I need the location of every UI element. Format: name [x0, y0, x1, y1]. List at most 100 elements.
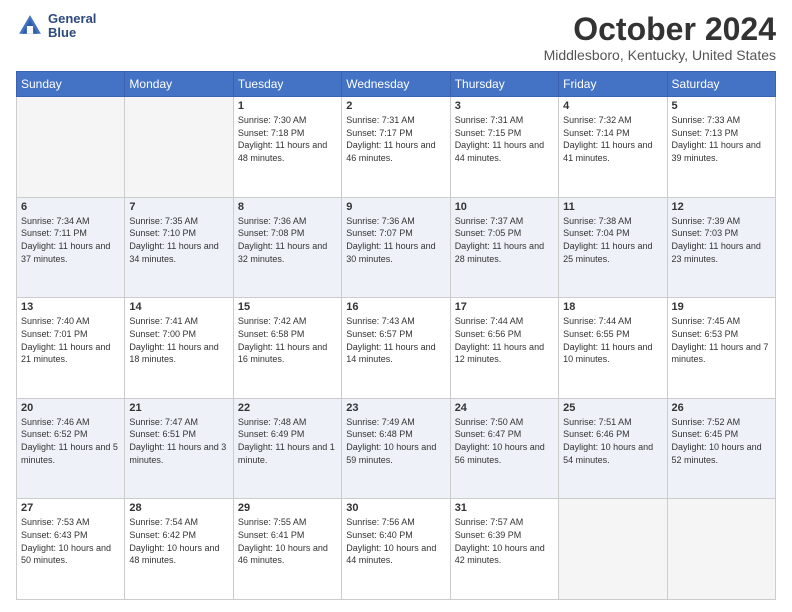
day-info: Sunrise: 7:36 AM Sunset: 7:08 PM Dayligh…	[238, 215, 337, 265]
column-header-friday: Friday	[559, 72, 667, 97]
day-info: Sunrise: 7:47 AM Sunset: 6:51 PM Dayligh…	[129, 416, 228, 466]
day-number: 24	[455, 402, 554, 414]
day-number: 2	[346, 100, 445, 112]
day-info: Sunrise: 7:51 AM Sunset: 6:46 PM Dayligh…	[563, 416, 662, 466]
day-info: Sunrise: 7:44 AM Sunset: 6:55 PM Dayligh…	[563, 315, 662, 365]
day-info: Sunrise: 7:39 AM Sunset: 7:03 PM Dayligh…	[672, 215, 771, 265]
calendar-week-row: 1Sunrise: 7:30 AM Sunset: 7:18 PM Daylig…	[17, 97, 776, 198]
calendar-cell: 5 Sunrise: 7:33 AM Sunset: 7:13 PM Daylig…	[667, 97, 775, 198]
calendar-cell: 8 Sunrise: 7:36 AM Sunset: 7:08 PM Daylig…	[233, 197, 341, 298]
day-info: Sunrise: 7:54 AM Sunset: 6:42 PM Dayligh…	[129, 516, 228, 566]
logo-text: General Blue	[48, 12, 96, 41]
calendar-cell: 19Sunrise: 7:45 AM Sunset: 6:53 PM Dayli…	[667, 298, 775, 399]
day-number: 28	[129, 502, 228, 514]
logo-line1: General	[48, 12, 96, 26]
header: General Blue October 2024 Middlesboro, K…	[16, 12, 776, 63]
calendar-cell: 23 Sunrise: 7:49 AM Sunset: 6:48 PM Dayli…	[342, 398, 450, 499]
calendar-cell: 24 Sunrise: 7:50 AM Sunset: 6:47 PM Dayli…	[450, 398, 558, 499]
day-info: Sunrise: 7:56 AM Sunset: 6:40 PM Dayligh…	[346, 516, 445, 566]
day-info: Sunrise: 7:33 AM Sunset: 7:13 PM Dayligh…	[672, 114, 771, 164]
day-info: Sunrise: 7:49 AM Sunset: 6:48 PM Dayligh…	[346, 416, 445, 466]
day-info: Sunrise: 7:38 AM Sunset: 7:04 PM Dayligh…	[563, 215, 662, 265]
day-info: Sunrise: 7:41 AM Sunset: 7:00 PM Dayligh…	[129, 315, 228, 365]
day-info: Sunrise: 7:48 AM Sunset: 6:49 PM Dayligh…	[238, 416, 337, 466]
day-info: Sunrise: 7:30 AM Sunset: 7:18 PM Dayligh…	[238, 114, 337, 164]
calendar-cell: 10 Sunrise: 7:37 AM Sunset: 7:05 PM Dayli…	[450, 197, 558, 298]
day-number: 25	[563, 402, 662, 414]
day-number: 10	[455, 201, 554, 213]
day-info: Sunrise: 7:40 AM Sunset: 7:01 PM Dayligh…	[21, 315, 120, 365]
column-header-thursday: Thursday	[450, 72, 558, 97]
day-number: 29	[238, 502, 337, 514]
day-number: 11	[563, 201, 662, 213]
day-info: Sunrise: 7:57 AM Sunset: 6:39 PM Dayligh…	[455, 516, 554, 566]
calendar-table: SundayMondayTuesdayWednesdayThursdayFrid…	[16, 71, 776, 600]
calendar-header-row: SundayMondayTuesdayWednesdayThursdayFrid…	[17, 72, 776, 97]
logo: General Blue	[16, 12, 96, 41]
logo-icon	[16, 12, 44, 40]
title-block: October 2024 Middlesboro, Kentucky, Unit…	[544, 12, 776, 63]
day-info: Sunrise: 7:43 AM Sunset: 6:57 PM Dayligh…	[346, 315, 445, 365]
day-number: 18	[563, 301, 662, 313]
calendar-week-row: 20 Sunrise: 7:46 AM Sunset: 6:52 PM Dayli…	[17, 398, 776, 499]
day-number: 16	[346, 301, 445, 313]
day-info: Sunrise: 7:46 AM Sunset: 6:52 PM Dayligh…	[21, 416, 120, 466]
calendar-cell: 16 Sunrise: 7:43 AM Sunset: 6:57 PM Dayli…	[342, 298, 450, 399]
calendar-cell: 7 Sunrise: 7:35 AM Sunset: 7:10 PM Daylig…	[125, 197, 233, 298]
day-number: 19	[672, 301, 771, 313]
calendar-cell: 26 Sunrise: 7:52 AM Sunset: 6:45 PM Dayli…	[667, 398, 775, 499]
day-number: 4	[563, 100, 662, 112]
column-header-saturday: Saturday	[667, 72, 775, 97]
day-number: 20	[21, 402, 120, 414]
column-header-monday: Monday	[125, 72, 233, 97]
calendar-cell: 30 Sunrise: 7:56 AM Sunset: 6:40 PM Dayli…	[342, 499, 450, 600]
day-info: Sunrise: 7:52 AM Sunset: 6:45 PM Dayligh…	[672, 416, 771, 466]
calendar-cell: 2 Sunrise: 7:31 AM Sunset: 7:17 PM Daylig…	[342, 97, 450, 198]
day-info: Sunrise: 7:31 AM Sunset: 7:15 PM Dayligh…	[455, 114, 554, 164]
page-title: October 2024	[544, 12, 776, 47]
calendar-cell: 22 Sunrise: 7:48 AM Sunset: 6:49 PM Dayli…	[233, 398, 341, 499]
page: General Blue October 2024 Middlesboro, K…	[0, 0, 792, 612]
calendar-cell: 20 Sunrise: 7:46 AM Sunset: 6:52 PM Dayli…	[17, 398, 125, 499]
day-number: 26	[672, 402, 771, 414]
day-info: Sunrise: 7:50 AM Sunset: 6:47 PM Dayligh…	[455, 416, 554, 466]
calendar-cell	[667, 499, 775, 600]
calendar-cell: 12 Sunrise: 7:39 AM Sunset: 7:03 PM Dayli…	[667, 197, 775, 298]
day-number: 30	[346, 502, 445, 514]
calendar-cell: 4Sunrise: 7:32 AM Sunset: 7:14 PM Daylig…	[559, 97, 667, 198]
day-number: 23	[346, 402, 445, 414]
calendar-cell: 3 Sunrise: 7:31 AM Sunset: 7:15 PM Daylig…	[450, 97, 558, 198]
calendar-cell: 21Sunrise: 7:47 AM Sunset: 6:51 PM Dayli…	[125, 398, 233, 499]
day-info: Sunrise: 7:53 AM Sunset: 6:43 PM Dayligh…	[21, 516, 120, 566]
calendar-cell: 1Sunrise: 7:30 AM Sunset: 7:18 PM Daylig…	[233, 97, 341, 198]
day-number: 31	[455, 502, 554, 514]
calendar-cell: 29 Sunrise: 7:55 AM Sunset: 6:41 PM Dayli…	[233, 499, 341, 600]
day-number: 5	[672, 100, 771, 112]
calendar-cell: 9Sunrise: 7:36 AM Sunset: 7:07 PM Daylig…	[342, 197, 450, 298]
calendar-cell: 27 Sunrise: 7:53 AM Sunset: 6:43 PM Dayli…	[17, 499, 125, 600]
day-info: Sunrise: 7:42 AM Sunset: 6:58 PM Dayligh…	[238, 315, 337, 365]
calendar-cell: 6Sunrise: 7:34 AM Sunset: 7:11 PM Daylig…	[17, 197, 125, 298]
calendar-week-row: 27 Sunrise: 7:53 AM Sunset: 6:43 PM Dayli…	[17, 499, 776, 600]
day-info: Sunrise: 7:35 AM Sunset: 7:10 PM Dayligh…	[129, 215, 228, 265]
column-header-wednesday: Wednesday	[342, 72, 450, 97]
logo-line2: Blue	[48, 26, 96, 40]
day-number: 13	[21, 301, 120, 313]
day-number: 7	[129, 201, 228, 213]
day-info: Sunrise: 7:44 AM Sunset: 6:56 PM Dayligh…	[455, 315, 554, 365]
day-info: Sunrise: 7:55 AM Sunset: 6:41 PM Dayligh…	[238, 516, 337, 566]
calendar-cell: 11 Sunrise: 7:38 AM Sunset: 7:04 PM Dayli…	[559, 197, 667, 298]
day-number: 8	[238, 201, 337, 213]
day-number: 3	[455, 100, 554, 112]
calendar-cell: 17 Sunrise: 7:44 AM Sunset: 6:56 PM Dayli…	[450, 298, 558, 399]
day-number: 22	[238, 402, 337, 414]
day-info: Sunrise: 7:31 AM Sunset: 7:17 PM Dayligh…	[346, 114, 445, 164]
day-number: 15	[238, 301, 337, 313]
day-number: 17	[455, 301, 554, 313]
calendar-cell	[559, 499, 667, 600]
day-info: Sunrise: 7:34 AM Sunset: 7:11 PM Dayligh…	[21, 215, 120, 265]
day-number: 12	[672, 201, 771, 213]
day-number: 14	[129, 301, 228, 313]
day-info: Sunrise: 7:37 AM Sunset: 7:05 PM Dayligh…	[455, 215, 554, 265]
day-number: 27	[21, 502, 120, 514]
